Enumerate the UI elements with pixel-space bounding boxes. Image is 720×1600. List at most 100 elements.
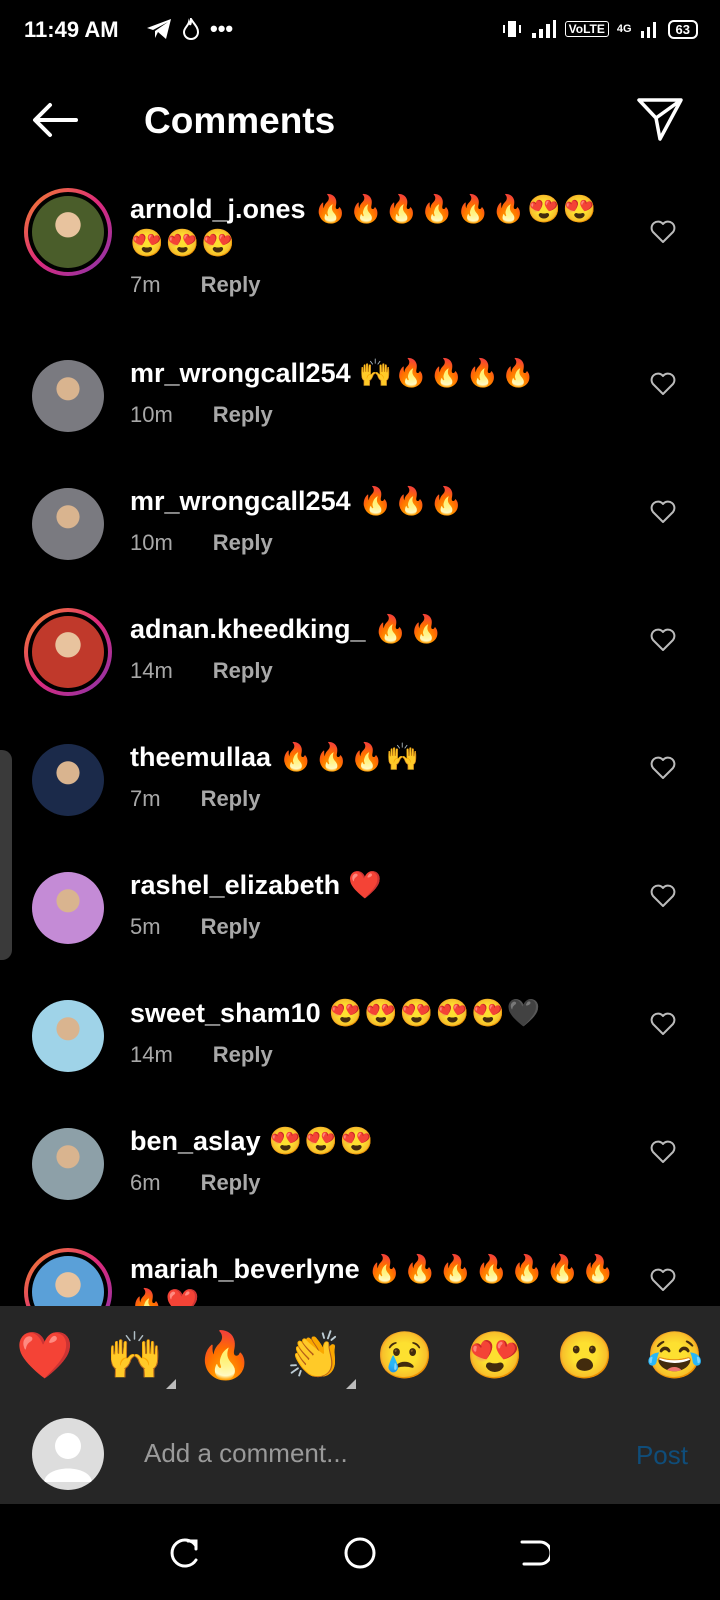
avatar[interactable] [32,744,104,816]
battery-indicator: 63 [667,19,698,39]
skin-tone-indicator [345,1378,356,1389]
comment-meta: 14m Reply [130,1042,273,1068]
back-arrow-icon[interactable] [30,100,80,140]
avatar[interactable] [32,872,104,944]
comment-meta: 10m Reply [130,402,273,428]
comments-header: Comments [0,84,720,156]
like-heart-icon[interactable] [650,884,676,908]
comment-timestamp: 6m [130,1170,161,1195]
comment-timestamp: 10m [130,530,173,555]
reply-button[interactable]: Reply [213,658,273,683]
like-heart-icon[interactable] [650,500,676,524]
comment-text: 🔥🔥 [373,614,445,644]
comment-body: arnold_j.ones 🔥🔥🔥🔥🔥🔥😍😍😍😍😍 [130,192,620,260]
like-heart-icon[interactable] [650,220,676,244]
reply-button[interactable]: Reply [213,530,273,555]
like-heart-icon[interactable] [650,1268,676,1292]
like-heart-icon[interactable] [650,628,676,652]
comment-row: adnan.kheedking_ 🔥🔥 14m Reply [0,606,720,734]
avatar [32,1256,104,1306]
my-avatar [32,1418,104,1490]
avatar[interactable] [32,360,104,432]
skin-tone-indicator [165,1378,176,1389]
volte-badge: VoLTE [564,21,609,37]
post-button[interactable]: Post [636,1440,688,1471]
comment-username[interactable]: mariah_beverlyne [130,1254,360,1284]
emoji-surprised[interactable]: 😮 [556,1328,613,1383]
avatar [32,616,104,688]
emoji-heart-eyes[interactable]: 😍 [466,1328,523,1383]
comment-timestamp: 14m [130,1042,173,1067]
share-send-icon[interactable] [636,96,684,142]
comment-row: rashel_elizabeth ❤️ 5m Reply [0,862,720,990]
comment-username[interactable]: arnold_j.ones [130,194,306,224]
network-type: 4G [616,23,632,35]
avatar[interactable] [32,1128,104,1200]
comment-body: mr_wrongcall254 🔥🔥🔥 [130,484,620,518]
reply-button[interactable]: Reply [201,272,261,297]
page-title: Comments [144,100,336,141]
like-heart-icon[interactable] [650,372,676,396]
comment-text: ❤️ [348,870,384,900]
comment-body: ben_aslay 😍😍😍 [130,1124,620,1158]
emoji-laughing[interactable]: 😂 [646,1328,703,1383]
more-notifications: ••• [210,16,234,41]
comment-username[interactable]: rashel_elizabeth [130,870,340,900]
emoji-fire[interactable]: 🔥 [196,1328,253,1383]
reply-button[interactable]: Reply [201,914,261,939]
home-icon[interactable] [343,1536,377,1570]
comment-timestamp: 7m [130,786,161,811]
comment-body: sweet_sham10 😍😍😍😍😍🖤 [130,996,620,1030]
comment-meta: 10m Reply [130,530,273,556]
emoji-clap[interactable]: 👏 [286,1328,356,1389]
comment-timestamp: 14m [130,658,173,683]
telegram-icon [147,19,171,39]
comment-username[interactable]: sweet_sham10 [130,998,321,1028]
like-heart-icon[interactable] [650,756,676,780]
default-avatar-icon [44,1433,92,1482]
comment-username[interactable]: theemullaa [130,742,271,772]
like-heart-icon[interactable] [650,1012,676,1036]
comment-meta: 14m Reply [130,658,273,684]
emoji-crying[interactable]: 😢 [376,1328,433,1383]
emoji-heart[interactable]: ❤️ [16,1328,73,1383]
vibrate-icon [502,21,521,37]
comment-username[interactable]: ben_aslay [130,1126,261,1156]
avatar[interactable] [32,1000,104,1072]
comment-text: 😍😍😍 [268,1126,376,1156]
avatar[interactable] [32,488,104,560]
emoji-raised-hands[interactable]: 🙌 [106,1328,176,1389]
edge-handle[interactable] [0,750,12,960]
back-nav-icon[interactable] [516,1536,550,1570]
comment-body: rashel_elizabeth ❤️ [130,868,620,902]
android-nav-bar [0,1504,720,1600]
comment-text: 🔥🔥🔥 [358,486,466,516]
comment-meta: 6m Reply [130,1170,260,1196]
comment-timestamp: 5m [130,914,161,939]
comment-row: sweet_sham10 😍😍😍😍😍🖤 14m Reply [0,990,720,1118]
comment-text: 😍😍😍😍😍🖤 [328,998,543,1028]
signal-icon-2 [640,22,656,38]
avatar-with-story-ring[interactable] [24,1248,112,1306]
recent-apps-icon[interactable] [168,1536,202,1570]
comment-username[interactable]: mr_wrongcall254 [130,358,351,388]
reply-button[interactable]: Reply [201,786,261,811]
comment-body: adnan.kheedking_ 🔥🔥 [130,612,620,646]
reply-button[interactable]: Reply [201,1170,261,1195]
comment-username[interactable]: adnan.kheedking_ [130,614,366,644]
comment-timestamp: 10m [130,402,173,427]
comment-meta: 7m Reply [130,786,260,812]
status-time: 11:49 AM [24,17,119,42]
avatar [32,196,104,268]
comment-username[interactable]: mr_wrongcall254 [130,486,351,516]
avatar-with-story-ring[interactable] [24,608,112,696]
like-heart-icon[interactable] [650,1140,676,1164]
comment-input[interactable]: Add a comment... [144,1438,348,1469]
comment-list: arnold_j.ones 🔥🔥🔥🔥🔥🔥😍😍😍😍😍 7m Reply mr_wrongc… [0,186,720,1306]
reply-button[interactable]: Reply [213,1042,273,1067]
reply-button[interactable]: Reply [213,402,273,427]
comment-row: theemullaa 🔥🔥🔥🙌 7m Reply [0,734,720,862]
avatar-with-story-ring[interactable] [24,188,112,276]
comment-meta: 7m Reply [130,272,260,298]
comment-row: mariah_beverlyne 🔥🔥🔥🔥🔥🔥🔥🔥❤️ [0,1246,720,1306]
